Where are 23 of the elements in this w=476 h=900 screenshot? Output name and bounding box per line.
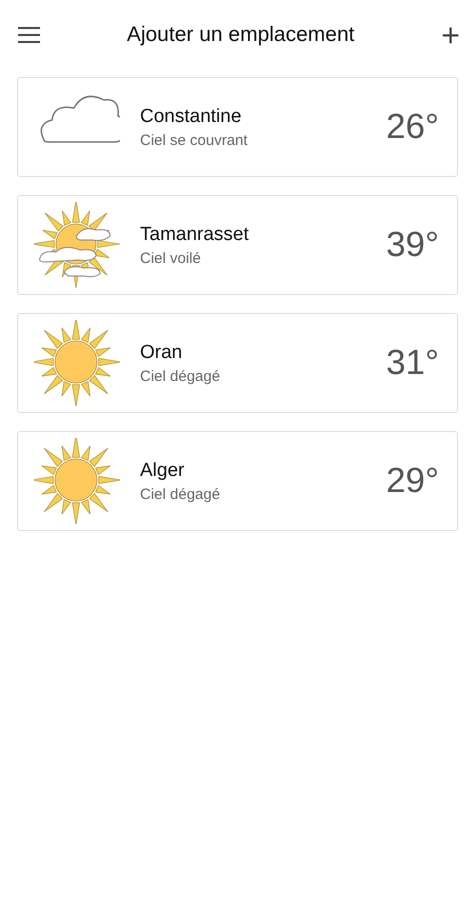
- city-name: Tamanrasset: [140, 224, 250, 246]
- sun-icon: [34, 438, 120, 524]
- location-card[interactable]: Tamanrasset Ciel voilé 39°: [17, 195, 458, 295]
- page-title: Ajouter un emplacement: [126, 23, 354, 47]
- menu-icon: [18, 27, 40, 43]
- weather-condition: Ciel voilé: [140, 250, 202, 266]
- location-card[interactable]: Constantine Ciel se couvrant 26°: [17, 77, 458, 177]
- city-name: Alger: [140, 460, 186, 482]
- city-name: Constantine: [140, 106, 242, 128]
- location-card[interactable]: Alger Ciel dégagé 29°: [17, 431, 458, 531]
- city-name: Oran: [140, 342, 184, 364]
- temperature: 26°: [386, 107, 439, 147]
- location-card[interactable]: Oran Ciel dégagé 31°: [17, 313, 458, 413]
- weather-condition: Ciel dégagé: [140, 486, 222, 502]
- menu-button[interactable]: [18, 27, 40, 43]
- weather-condition: Ciel dégagé: [140, 368, 222, 384]
- weather-condition: Ciel se couvrant: [140, 132, 249, 148]
- sun-icon: [34, 320, 120, 406]
- add-button[interactable]: +: [441, 19, 460, 51]
- temperature: 31°: [386, 343, 439, 383]
- temperature: 39°: [386, 225, 439, 265]
- sun-cloud-icon: [34, 202, 120, 288]
- temperature: 29°: [386, 461, 439, 501]
